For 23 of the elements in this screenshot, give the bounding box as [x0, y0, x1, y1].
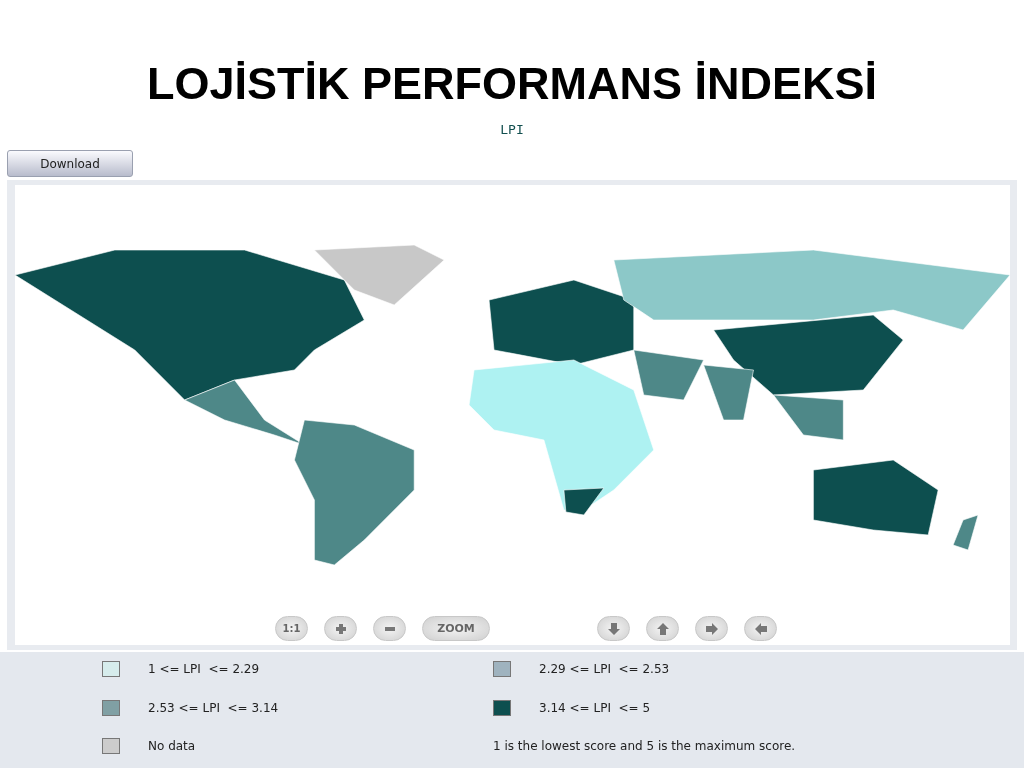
legend-label: No data: [148, 739, 196, 754]
legend-label: 2.29 <= LPI <= 2.53: [539, 662, 670, 676]
zoom-in-button[interactable]: [324, 616, 357, 641]
zoom-button[interactable]: ZOOM: [422, 616, 490, 641]
pan-right-button[interactable]: [695, 616, 728, 641]
arrow-up-icon: [655, 621, 670, 636]
pan-left-button[interactable]: [744, 616, 777, 641]
legend-label: 1 <= LPI <= 2.29: [148, 662, 260, 676]
legend-label: 3.14 <= LPI <= 5: [539, 700, 651, 715]
reset-zoom-button[interactable]: 1:1: [275, 616, 308, 641]
pan-up-button[interactable]: [646, 616, 679, 641]
slide-title: LOJİSTİK PERFORMANS İNDEKSİ: [145, 57, 879, 111]
pan-down-button[interactable]: [597, 616, 630, 641]
map-title: LPI: [500, 122, 524, 137]
legend-label: 2.53 <= LPI <= 3.14: [148, 700, 279, 715]
arrow-down-icon: [606, 621, 621, 636]
arrow-right-icon: [704, 621, 719, 636]
download-button[interactable]: Download: [7, 150, 133, 177]
plus-icon: [334, 622, 347, 635]
zoom-out-button[interactable]: [373, 616, 406, 641]
arrow-left-icon: [753, 621, 768, 636]
legend-note: 1 is the lowest score and 5 is the maximum score.: [493, 739, 796, 754]
landmass-shape: [952, 514, 979, 551]
